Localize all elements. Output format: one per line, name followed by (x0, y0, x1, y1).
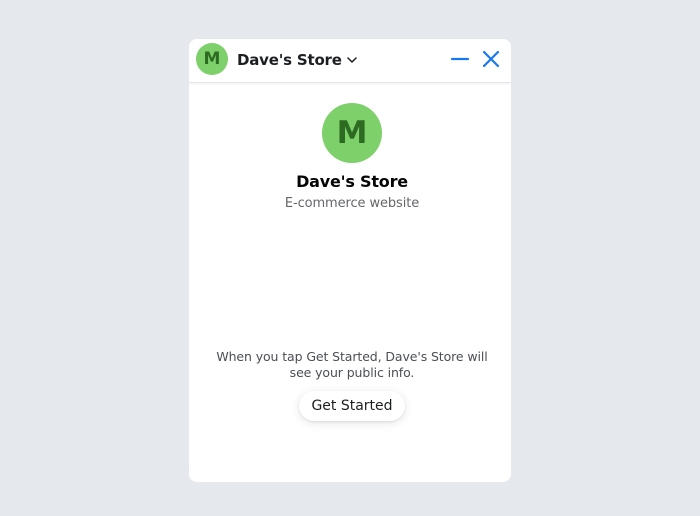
chat-header: M Dave's Store (189, 39, 511, 83)
profile-subtitle: E-commerce website (284, 196, 420, 211)
consent-text: When you tap Get Started, Dave's Store w… (216, 349, 488, 380)
minimize-icon (450, 57, 470, 61)
header-avatar: M (196, 43, 228, 75)
profile-avatar: M (322, 103, 382, 163)
get-started-button[interactable]: Get Started (299, 391, 405, 421)
profile-name: Dave's Store (296, 172, 408, 191)
chat-window: M Dave's Store M Dave's Store E-commerce… (189, 39, 511, 482)
close-icon (482, 50, 500, 68)
page-switcher[interactable]: Dave's Store (237, 50, 357, 70)
minimize-button[interactable] (449, 49, 471, 71)
close-button[interactable] (480, 48, 502, 70)
header-title: Dave's Store (237, 51, 342, 69)
chevron-down-icon (346, 57, 357, 63)
